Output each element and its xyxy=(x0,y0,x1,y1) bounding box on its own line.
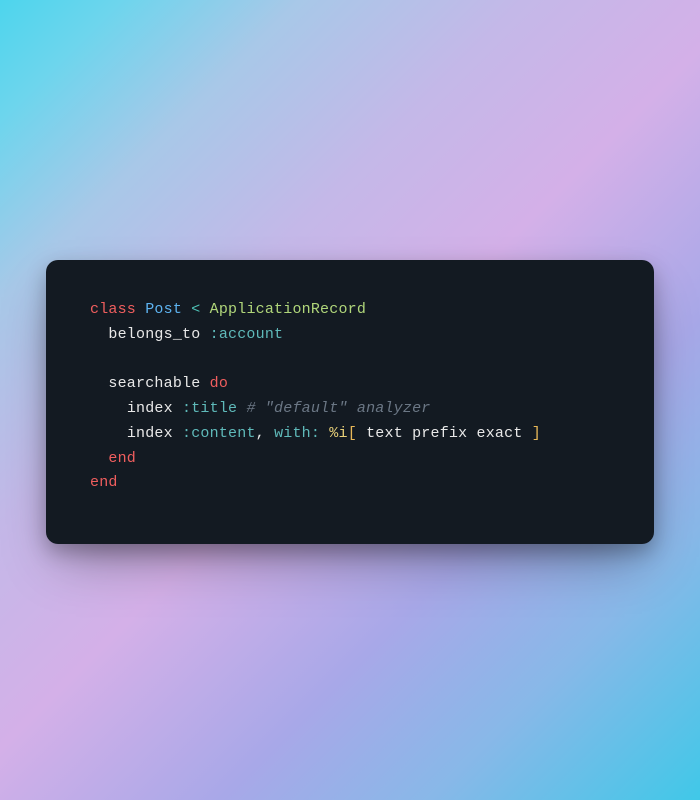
class-name-post: Post xyxy=(145,301,182,318)
array-items: text prefix exact xyxy=(357,425,532,442)
inherit-operator: < xyxy=(191,301,200,318)
method-index-2: index xyxy=(127,425,173,442)
method-searchable: searchable xyxy=(108,375,200,392)
symbol-account: :account xyxy=(210,326,284,343)
code-snippet-card: class Post < ApplicationRecord belongs_t… xyxy=(46,260,654,544)
symbol-title: :title xyxy=(182,400,237,417)
with-key: with: xyxy=(274,425,320,442)
keyword-end-outer: end xyxy=(90,474,118,491)
method-index-1: index xyxy=(127,400,173,417)
method-belongs-to: belongs_to xyxy=(108,326,200,343)
keyword-end-inner: end xyxy=(108,450,136,467)
keyword-do: do xyxy=(210,375,228,392)
bracket-open: [ xyxy=(348,425,357,442)
symbol-content: :content xyxy=(182,425,256,442)
comment-default-analyzer: # "default" analyzer xyxy=(246,400,430,417)
percent-literal: %i xyxy=(329,425,347,442)
keyword-class: class xyxy=(90,301,136,318)
code-block: class Post < ApplicationRecord belongs_t… xyxy=(90,298,610,496)
comma: , xyxy=(256,425,265,442)
bracket-close: ] xyxy=(532,425,541,442)
parent-class-name: ApplicationRecord xyxy=(210,301,366,318)
